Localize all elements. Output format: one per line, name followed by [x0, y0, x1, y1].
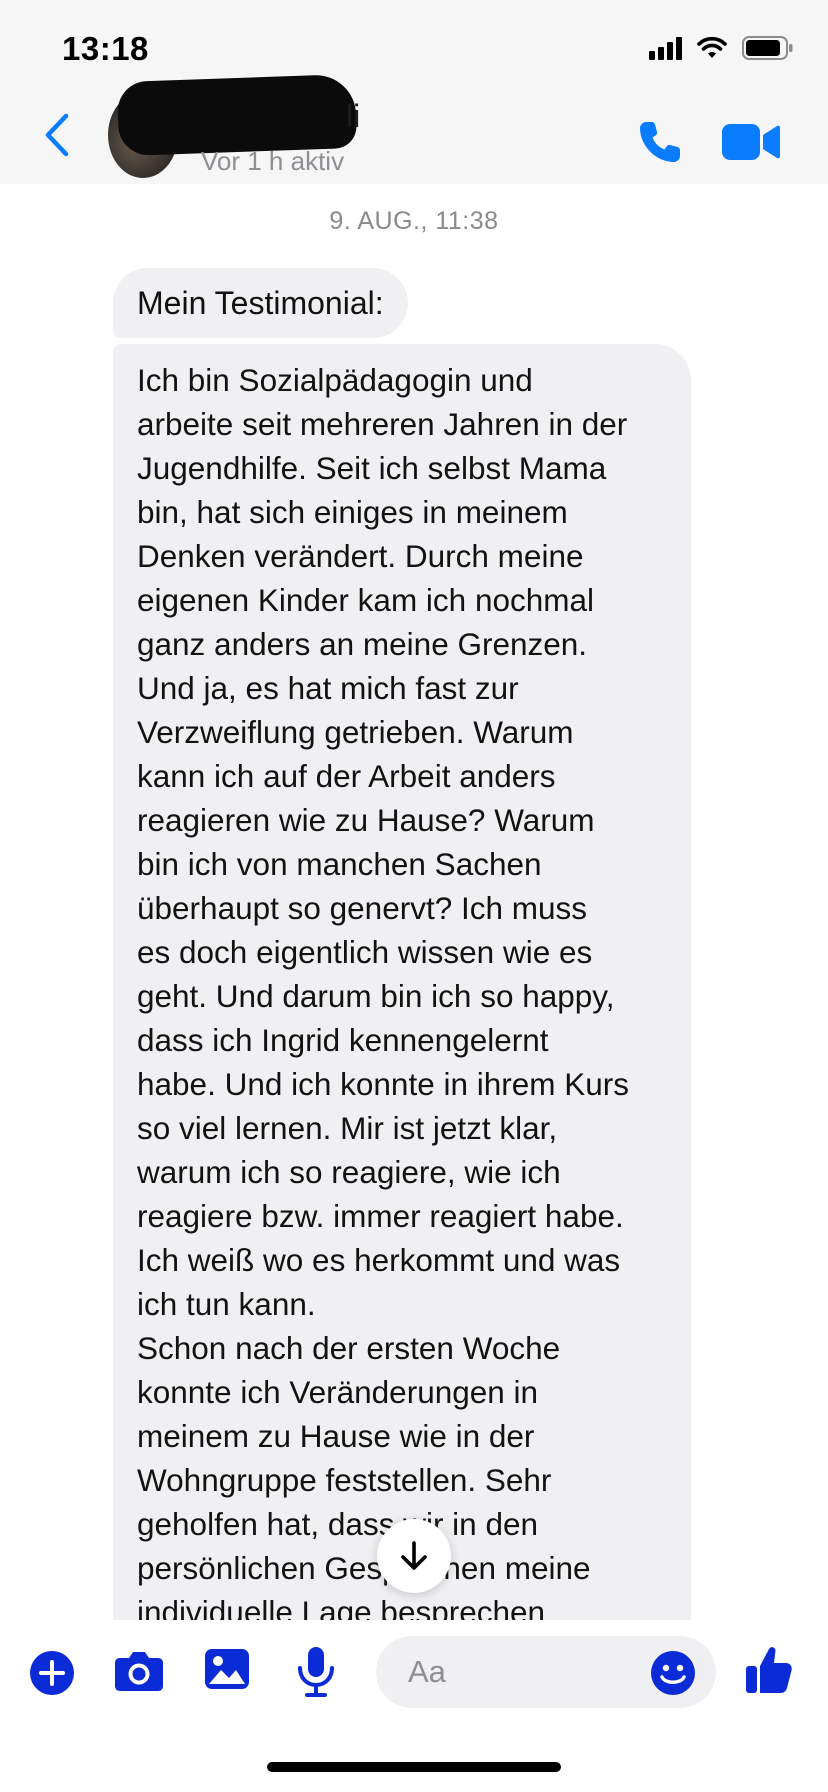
thumbs-up-icon[interactable] [745, 1644, 793, 1694]
message-bubble[interactable]: Ich bin Sozialpädagogin und arbeite seit… [113, 344, 691, 1624]
camera-icon[interactable] [114, 1650, 164, 1692]
signal-icon [649, 36, 682, 60]
video-camera-icon[interactable] [722, 122, 780, 162]
message-bubble[interactable]: Mein Testimonial: [113, 268, 408, 338]
wifi-icon [697, 36, 727, 58]
arrow-down-icon [401, 1541, 427, 1570]
battery-icon [742, 36, 793, 60]
phone-icon[interactable] [636, 118, 684, 166]
microphone-icon[interactable] [296, 1646, 336, 1698]
conversation-header: li Vor 1 h aktiv [0, 73, 828, 184]
status-time: 13:18 [62, 30, 149, 67]
message-text: Ich bin Sozialpädagogin und arbeite seit… [137, 362, 630, 1624]
redaction-mark [116, 73, 358, 157]
home-indicator [267, 1762, 561, 1772]
smiley-icon[interactable] [650, 1650, 696, 1696]
chevron-left-icon[interactable] [38, 110, 78, 160]
status-icons [649, 36, 794, 60]
message-text: Mein Testimonial: [137, 284, 384, 321]
image-icon[interactable] [204, 1648, 250, 1690]
scroll-to-bottom-button[interactable] [377, 1519, 451, 1593]
contact-name[interactable]: li [346, 98, 360, 135]
contact-status: Vor 1 h aktiv [201, 146, 345, 176]
status-bar: 13:18 [0, 0, 828, 90]
message-timestamp: 9. AUG., 11:38 [329, 207, 499, 235]
plus-icon[interactable] [29, 1650, 75, 1696]
